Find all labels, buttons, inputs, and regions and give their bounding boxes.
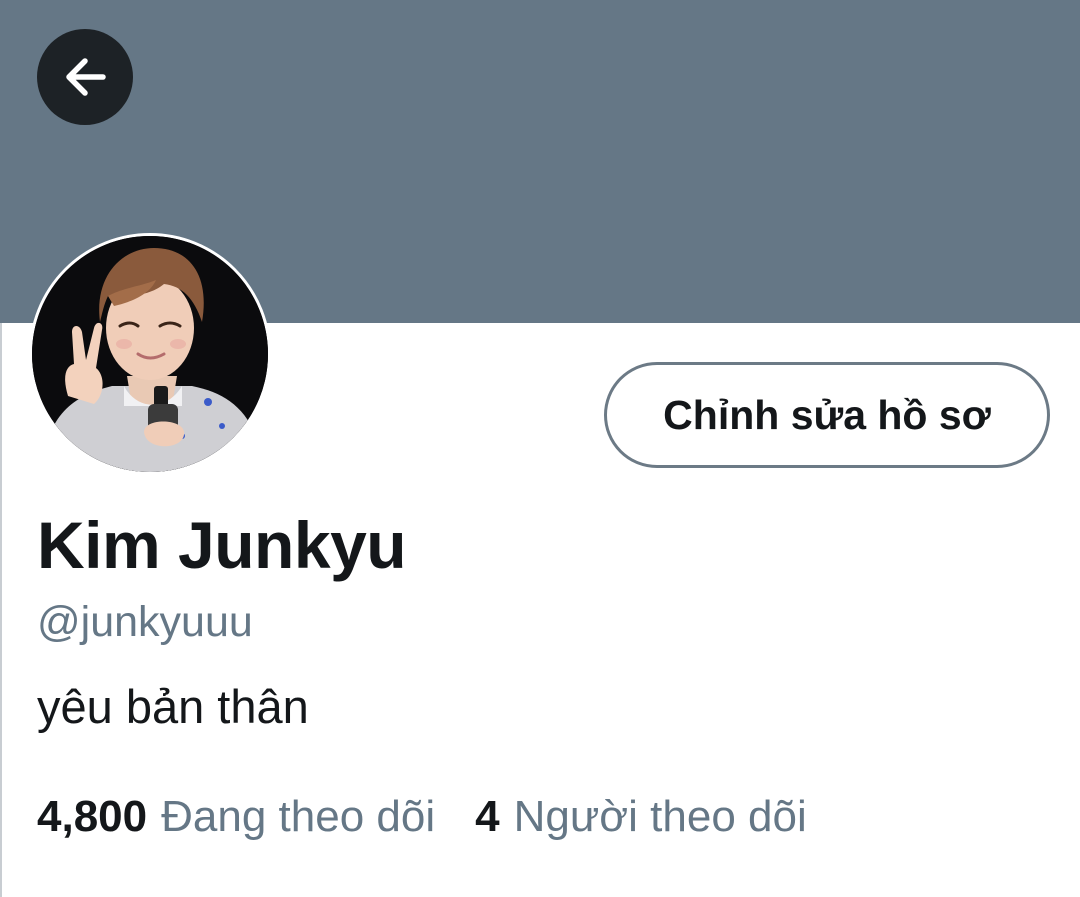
profile-page: Chỉnh sửa hồ sơ Kim Junkyu @junkyuuu yêu…	[0, 0, 1080, 897]
follow-stats: 4,800 Đang theo dõi 4 Người theo dõi	[37, 788, 807, 846]
followers-stat[interactable]: 4 Người theo dõi	[475, 788, 807, 846]
following-count: 4,800	[37, 792, 148, 841]
back-button[interactable]	[37, 29, 133, 125]
profile-avatar[interactable]	[29, 233, 271, 475]
arrow-left-icon	[59, 51, 111, 103]
content-left-border	[0, 323, 2, 897]
username-handle: @junkyuuu	[37, 598, 253, 646]
followers-count: 4	[475, 792, 500, 841]
profile-bio: yêu bản thân	[37, 680, 309, 733]
display-name: Kim Junkyu	[37, 508, 407, 582]
following-label: Đang theo dõi	[161, 792, 436, 841]
avatar-photo	[32, 236, 268, 472]
edit-profile-button[interactable]: Chỉnh sửa hồ sơ	[604, 362, 1050, 468]
followers-label: Người theo dõi	[513, 792, 807, 841]
following-stat[interactable]: 4,800 Đang theo dõi	[37, 788, 435, 846]
